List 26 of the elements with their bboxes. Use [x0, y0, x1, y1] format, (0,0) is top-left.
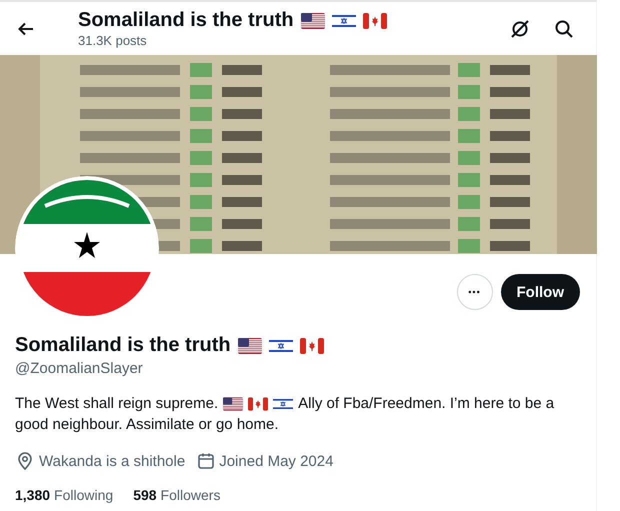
slashed-circle-icon — [510, 18, 530, 38]
post-count: 31.3K posts — [78, 33, 148, 48]
follow-stat-link[interactable]: 1,380 Following — [15, 487, 114, 503]
join-date: Joined May 2024 — [219, 452, 334, 470]
display-name: Somaliland is the truth — [15, 334, 231, 357]
follow-button[interactable]: Follow — [500, 274, 580, 310]
us-flag-icon — [238, 338, 262, 354]
calendar-icon — [197, 452, 216, 470]
location-text: Wakanda is a shithole — [39, 452, 186, 470]
us-flag-icon — [223, 396, 244, 410]
canada-flag-icon — [300, 338, 324, 354]
profile-title: Somaliland is the truth — [78, 9, 294, 32]
bio-text: The West shall reign supreme. — [15, 394, 218, 414]
location-pin-icon — [15, 451, 35, 471]
us-flag-icon — [300, 12, 325, 28]
search-icon — [554, 18, 574, 38]
israel-flag-icon — [332, 12, 356, 28]
bio-text: good neighbour. Assimilate or go home. — [15, 415, 279, 435]
canada-flag-icon — [248, 396, 268, 410]
follow-stat-link[interactable]: 598 Followers — [133, 487, 220, 503]
user-handle: @ZoomalianSlayer — [15, 360, 144, 377]
canada-flag-icon — [362, 12, 387, 28]
israel-flag-icon — [273, 396, 294, 410]
bio-text: Ally of Fba/Freedmen. I’m here to be a — [298, 394, 554, 414]
israel-flag-icon — [268, 338, 293, 354]
more-button[interactable]: ••• — [456, 274, 492, 310]
